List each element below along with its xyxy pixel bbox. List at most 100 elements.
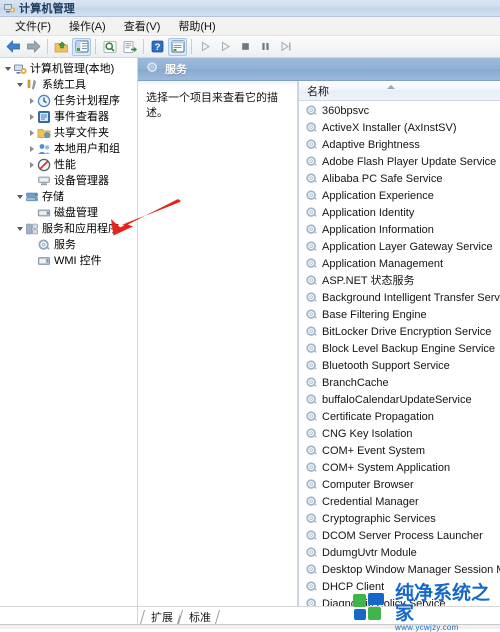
toolbar-separator-1 [47, 39, 48, 54]
tree-task-scheduler[interactable]: 任务计划程序 [0, 93, 137, 109]
tree-local-users-groups[interactable]: 本地用户和组 [0, 141, 137, 157]
service-gear-icon [305, 291, 318, 304]
service-row[interactable]: ASP.NET 状态服务 [299, 272, 500, 289]
tree-label: 事件查看器 [54, 111, 109, 123]
service-row[interactable]: DCOM Server Process Launcher [299, 527, 500, 544]
service-row[interactable]: ActiveX Installer (AxInstSV) [299, 119, 500, 136]
description-pane: 选择一个项目来查看它的描述。 [138, 81, 298, 606]
stop-service-button[interactable] [236, 38, 255, 56]
results-header-title: 服务 [165, 64, 187, 76]
service-row[interactable]: Desktop Window Manager Session Man. [299, 561, 500, 578]
tree-device-manager[interactable]: 设备管理器 [0, 173, 137, 189]
service-row[interactable]: Application Information [299, 221, 500, 238]
service-row[interactable]: Computer Browser [299, 476, 500, 493]
service-row[interactable]: CNG Key Isolation [299, 425, 500, 442]
tree-wmi-control[interactable]: WMI 控件 [0, 253, 137, 269]
tree-disk-management[interactable]: 磁盘管理 [0, 205, 137, 221]
search-button[interactable] [100, 38, 119, 56]
tree-services-and-applications[interactable]: 服务和应用程序 [0, 221, 137, 237]
expander-right-icon[interactable] [26, 141, 37, 157]
tree-services[interactable]: 服务 [0, 237, 137, 253]
restart-service-button[interactable] [276, 38, 295, 56]
service-row[interactable]: Certificate Propagation [299, 408, 500, 425]
expander-right-icon[interactable] [26, 109, 37, 125]
menu-help[interactable]: 帮助(H) [169, 17, 224, 36]
task-scheduler-icon [37, 94, 51, 108]
tree-system-tools[interactable]: 系统工具 [0, 77, 137, 93]
service-row[interactable]: BitLocker Drive Encryption Service [299, 323, 500, 340]
expander-down-icon[interactable] [2, 61, 13, 77]
title-bar: 计算机管理 [0, 0, 500, 17]
service-row[interactable]: Background Intelligent Transfer Service [299, 289, 500, 306]
start-service-button[interactable] [196, 38, 215, 56]
back-button[interactable] [4, 38, 23, 56]
properties-button[interactable] [168, 37, 187, 56]
service-name: CNG Key Isolation [322, 427, 413, 440]
service-name: ActiveX Installer (AxInstSV) [322, 121, 457, 134]
service-gear-icon [305, 172, 318, 185]
service-row[interactable]: Credential Manager [299, 493, 500, 510]
computer-management-window: 计算机管理 文件(F) 操作(A) 查看(V) 帮助(H) ? 计算机管理(本地… [0, 0, 500, 632]
tab-extended[interactable]: 扩展 [142, 610, 180, 624]
expander-down-icon[interactable] [14, 189, 25, 205]
service-row[interactable]: 360bpsvc [299, 102, 500, 119]
services-list-pane[interactable]: 名称 360bpsvc ActiveX Installer (AxInstSV) A… [298, 81, 500, 606]
toolbar: ? [0, 36, 500, 58]
system-tools-icon [25, 78, 39, 92]
expander-down-icon[interactable] [14, 77, 25, 93]
pause-service-button[interactable] [256, 38, 275, 56]
export-list-button[interactable] [120, 38, 139, 56]
services-rows[interactable]: 360bpsvc ActiveX Installer (AxInstSV) Adap… [299, 101, 500, 606]
forward-button[interactable] [24, 38, 43, 56]
main-body: 计算机管理(本地) 系统工具 任务计划程序 事件查看器 共享文件夹 本地用户和组… [0, 58, 500, 606]
column-header-name[interactable]: 名称 [307, 83, 329, 99]
service-row[interactable]: BranchCache [299, 374, 500, 391]
expander-right-icon[interactable] [26, 125, 37, 141]
tree-shared-folders[interactable]: 共享文件夹 [0, 125, 137, 141]
show-hide-tree-button[interactable] [72, 37, 91, 56]
service-row[interactable]: Adaptive Brightness [299, 136, 500, 153]
service-name: Adaptive Brightness [322, 138, 420, 151]
menu-file[interactable]: 文件(F) [6, 17, 60, 36]
service-row[interactable]: Alibaba PC Safe Service [299, 170, 500, 187]
service-row[interactable]: Application Management [299, 255, 500, 272]
tree-computer-management[interactable]: 计算机管理(本地) [0, 61, 137, 77]
service-row[interactable]: Block Level Backup Engine Service [299, 340, 500, 357]
tab-standard[interactable]: 标准 [180, 610, 218, 624]
tree-storage[interactable]: 存储 [0, 189, 137, 205]
service-name: Alibaba PC Safe Service [322, 172, 443, 185]
tree-label: 磁盘管理 [54, 207, 98, 219]
service-row[interactable]: buffaloCalendarUpdateService [299, 391, 500, 408]
expander-right-icon[interactable] [26, 93, 37, 109]
service-row[interactable]: Bluetooth Support Service [299, 357, 500, 374]
service-gear-icon [305, 427, 318, 440]
service-name: COM+ Event System [322, 444, 426, 457]
expander-down-icon[interactable] [14, 221, 25, 237]
menu-bar: 文件(F) 操作(A) 查看(V) 帮助(H) [0, 17, 500, 36]
tree-event-viewer[interactable]: 事件查看器 [0, 109, 137, 125]
service-gear-icon [305, 325, 318, 338]
up-one-level-button[interactable] [52, 38, 71, 56]
tree-label: 本地用户和组 [54, 143, 120, 155]
column-header-row[interactable]: 名称 [299, 81, 500, 101]
help-button[interactable]: ? [148, 38, 167, 56]
service-row[interactable]: Cryptographic Services [299, 510, 500, 527]
console-tree[interactable]: 计算机管理(本地) 系统工具 任务计划程序 事件查看器 共享文件夹 本地用户和组… [0, 58, 138, 606]
expander-right-icon[interactable] [26, 157, 37, 173]
service-row[interactable]: COM+ System Application [299, 459, 500, 476]
menu-action[interactable]: 操作(A) [60, 17, 115, 36]
expander-none [26, 205, 37, 221]
service-row[interactable]: Adobe Flash Player Update Service [299, 153, 500, 170]
service-row[interactable]: DdumgUvtr Module [299, 544, 500, 561]
service-row[interactable]: Application Identity [299, 204, 500, 221]
service-row[interactable]: Application Experience [299, 187, 500, 204]
resume-service-button[interactable] [216, 38, 235, 56]
tree-performance[interactable]: 性能 [0, 157, 137, 173]
service-name: DCOM Server Process Launcher [322, 529, 483, 542]
service-row[interactable]: Application Layer Gateway Service [299, 238, 500, 255]
service-gear-icon [305, 444, 318, 457]
service-name: BranchCache [322, 376, 389, 389]
menu-view[interactable]: 查看(V) [115, 17, 170, 36]
service-row[interactable]: Base Filtering Engine [299, 306, 500, 323]
service-row[interactable]: COM+ Event System [299, 442, 500, 459]
